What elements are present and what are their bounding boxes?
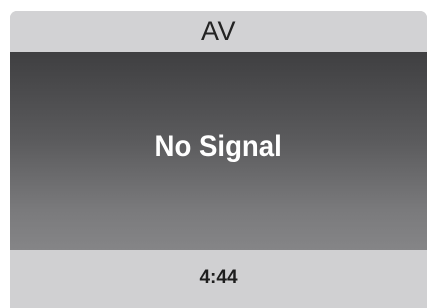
av-screen: AV No Signal 4:44 (10, 11, 427, 308)
input-source-title: AV (200, 16, 236, 46)
status-bar: 4:44 (10, 250, 427, 308)
clock-time: 4:44 (199, 267, 238, 288)
title-bar: AV (10, 11, 427, 52)
no-signal-message: No Signal (154, 130, 283, 163)
video-display-area: No Signal (10, 52, 427, 250)
